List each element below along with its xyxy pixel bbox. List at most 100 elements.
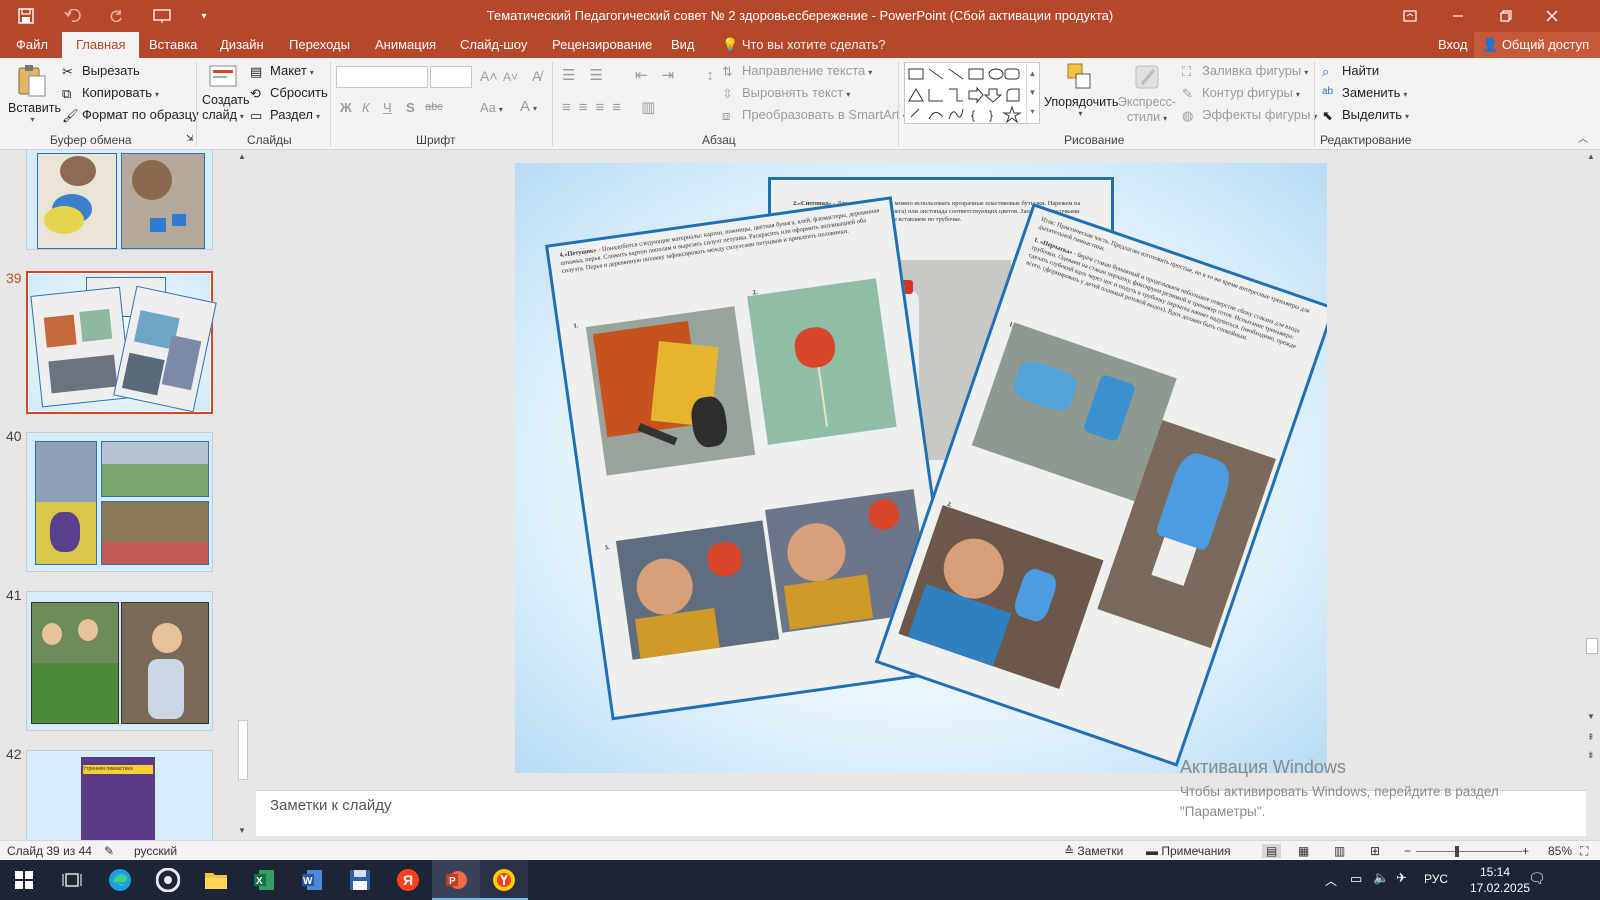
slide-thumbnail[interactable] bbox=[26, 591, 213, 731]
tab-insert[interactable]: Вставка bbox=[147, 32, 199, 58]
zoom-out-icon[interactable]: − bbox=[1404, 844, 1411, 858]
scroll-up-icon[interactable]: ▲ bbox=[1587, 152, 1595, 161]
list-buttons[interactable]: ☰☰ ⇤⇥ ↕ bbox=[562, 66, 728, 84]
chrome-icon[interactable] bbox=[144, 860, 192, 900]
word-icon[interactable]: W bbox=[288, 860, 336, 900]
alignment-buttons[interactable]: ≡≡≡≡ ▥ bbox=[562, 98, 663, 116]
volume-icon[interactable]: 🔈 bbox=[1373, 870, 1389, 886]
find-button[interactable]: ⌕ Найти bbox=[1322, 63, 1379, 80]
previous-slide-icon[interactable]: ⇞ bbox=[1587, 732, 1595, 743]
italic-button[interactable]: К bbox=[362, 100, 370, 115]
section-button[interactable]: ▭ Раздел ▾ bbox=[250, 107, 320, 124]
powerpoint-icon[interactable]: P bbox=[432, 860, 480, 900]
slide-thumbnail[interactable]: Утренняя гимнастика bbox=[26, 750, 213, 840]
floppy-app-icon[interactable] bbox=[336, 860, 384, 900]
close-icon[interactable] bbox=[1540, 0, 1564, 32]
scroll-down-icon[interactable]: ▼ bbox=[238, 826, 246, 835]
zoom-slider[interactable] bbox=[1416, 851, 1522, 852]
editor-scrollbar[interactable]: ▲ ▼ ⇞ ⇟ bbox=[1584, 150, 1600, 835]
normal-view-icon[interactable]: ▤ bbox=[1262, 844, 1282, 858]
shape-fill-button[interactable]: ⛶ Заливка фигуры ▾ bbox=[1182, 63, 1308, 80]
ribbon-display-options-icon[interactable] bbox=[1398, 0, 1422, 32]
tab-view[interactable]: Вид bbox=[669, 32, 697, 58]
next-slide-icon[interactable]: ⇟ bbox=[1587, 750, 1595, 761]
increase-font-size-icon[interactable]: A˄ bbox=[480, 68, 498, 84]
sign-in-link[interactable]: Вход bbox=[1436, 32, 1469, 58]
notes-placeholder[interactable]: Заметки к слайду bbox=[270, 797, 392, 814]
quick-styles-button[interactable]: Экспресс- стили ▾ bbox=[1116, 62, 1178, 126]
slide-thumbnail-selected[interactable] bbox=[26, 271, 217, 414]
slide-canvas[interactable]: 2.«Снегопад» - Для этого тренажера можно… bbox=[515, 163, 1327, 773]
clear-formatting-icon[interactable]: A̸ bbox=[532, 68, 541, 84]
start-icon[interactable] bbox=[0, 860, 48, 900]
tell-me-search[interactable]: 💡 Что вы хотите сделать? bbox=[720, 32, 888, 58]
thumbnails-scrollbar[interactable]: ▲ ▼ bbox=[237, 150, 249, 840]
align-text-button[interactable]: ⇳ Выровнять текст ▾ bbox=[722, 85, 850, 102]
customize-qat-icon[interactable]: ▾ bbox=[196, 0, 212, 32]
paste-button[interactable]: Вставить ▾ bbox=[8, 64, 61, 126]
zoom-in-icon[interactable]: + bbox=[1522, 844, 1529, 858]
bold-button[interactable]: Ж bbox=[340, 100, 352, 115]
show-hidden-icons-icon[interactable]: ︿ bbox=[1325, 872, 1337, 889]
font-color-button[interactable]: A ▾ bbox=[520, 98, 537, 115]
scrollbar-thumb[interactable] bbox=[1586, 638, 1598, 654]
gallery-scroll[interactable]: ▲ ▼ ▾ bbox=[1026, 64, 1038, 124]
select-button[interactable]: ⬉ Выделить ▾ bbox=[1322, 107, 1409, 124]
new-slide-button[interactable]: Создать слайд ▾ bbox=[202, 62, 250, 124]
strikethrough-button[interactable]: abc bbox=[425, 101, 443, 113]
decrease-font-size-icon[interactable]: A˅ bbox=[503, 70, 518, 84]
excel-icon[interactable]: X bbox=[240, 860, 288, 900]
clock[interactable]: 15:14 17.02.2025 bbox=[1470, 864, 1530, 896]
arrange-button[interactable]: Упорядочить ▾ bbox=[1044, 62, 1118, 118]
collapse-ribbon-icon[interactable]: ︿ bbox=[1578, 130, 1588, 145]
minimize-icon[interactable] bbox=[1446, 0, 1470, 32]
slideshow-icon[interactable]: ⊞ bbox=[1370, 844, 1380, 858]
scroll-up-icon[interactable]: ▲ bbox=[238, 152, 246, 161]
text-direction-button[interactable]: ⇅ Направление текста ▾ bbox=[722, 63, 872, 80]
restore-icon[interactable] bbox=[1494, 0, 1518, 32]
tab-animations[interactable]: Анимация bbox=[373, 32, 438, 58]
layout-button[interactable]: ▤ Макет ▾ bbox=[250, 63, 314, 80]
scrollbar-thumb[interactable] bbox=[238, 720, 248, 780]
tab-design[interactable]: Дизайн bbox=[218, 32, 266, 58]
tab-transitions[interactable]: Переходы bbox=[287, 32, 352, 58]
reset-button[interactable]: ⟲ Сбросить bbox=[250, 85, 328, 102]
yandex-icon[interactable]: Я bbox=[384, 860, 432, 900]
font-size-input[interactable] bbox=[430, 66, 472, 88]
copy-button[interactable]: ⧉ Копировать ▾ bbox=[62, 85, 159, 102]
slide-thumbnail[interactable] bbox=[26, 150, 213, 250]
scroll-down-icon[interactable]: ▼ bbox=[1587, 712, 1595, 721]
change-case-button[interactable]: Aa ▾ bbox=[480, 100, 503, 115]
shape-effects-button[interactable]: ◍ Эффекты фигуры ▾ bbox=[1182, 107, 1317, 124]
language-tray[interactable]: РУС bbox=[1424, 872, 1448, 886]
notes-toggle[interactable]: ≙ Заметки bbox=[1064, 844, 1123, 858]
slide-thumbnail[interactable] bbox=[26, 432, 213, 572]
network-icon[interactable]: ▭ bbox=[1350, 871, 1362, 887]
comments-toggle[interactable]: ▬ Примечания bbox=[1146, 844, 1231, 858]
notifications-icon[interactable]: 🗨 bbox=[1528, 870, 1546, 887]
text-shadow-button[interactable]: S bbox=[406, 100, 415, 115]
slideshow-from-start-icon[interactable] bbox=[150, 0, 174, 32]
language-indicator[interactable]: русский bbox=[134, 844, 177, 858]
task-view-icon[interactable] bbox=[48, 860, 96, 900]
zoom-level[interactable]: 85% bbox=[1548, 844, 1572, 858]
smartart-button[interactable]: ⧈Преобразовать в SmartArt▾ bbox=[722, 107, 907, 124]
tab-slideshow[interactable]: Слайд-шоу bbox=[458, 32, 529, 58]
share-button[interactable]: 👤 Общий доступ bbox=[1474, 32, 1600, 58]
font-family-input[interactable] bbox=[336, 66, 428, 88]
underline-button[interactable]: Ч bbox=[383, 100, 392, 115]
tab-home[interactable]: Главная bbox=[62, 32, 140, 58]
edge-icon[interactable] bbox=[96, 860, 144, 900]
wifi-icon[interactable]: ✈ bbox=[1396, 870, 1407, 886]
format-painter-button[interactable]: 🖌 Формат по образцу bbox=[62, 107, 199, 124]
redo-icon[interactable] bbox=[104, 0, 128, 32]
zoom-slider-thumb[interactable] bbox=[1455, 846, 1459, 857]
fit-to-window-icon[interactable]: ⛶ bbox=[1580, 844, 1588, 859]
slide-sorter-icon[interactable]: ▦ bbox=[1298, 844, 1309, 858]
tab-file[interactable]: Файл bbox=[14, 32, 50, 58]
replace-button[interactable]: ab Заменить ▾ bbox=[1322, 85, 1407, 102]
save-icon[interactable] bbox=[14, 0, 38, 32]
undo-icon[interactable] bbox=[56, 0, 90, 32]
dialog-launcher-icon[interactable]: ⇲ bbox=[186, 133, 194, 144]
shapes-gallery[interactable]: {} bbox=[904, 62, 1040, 124]
